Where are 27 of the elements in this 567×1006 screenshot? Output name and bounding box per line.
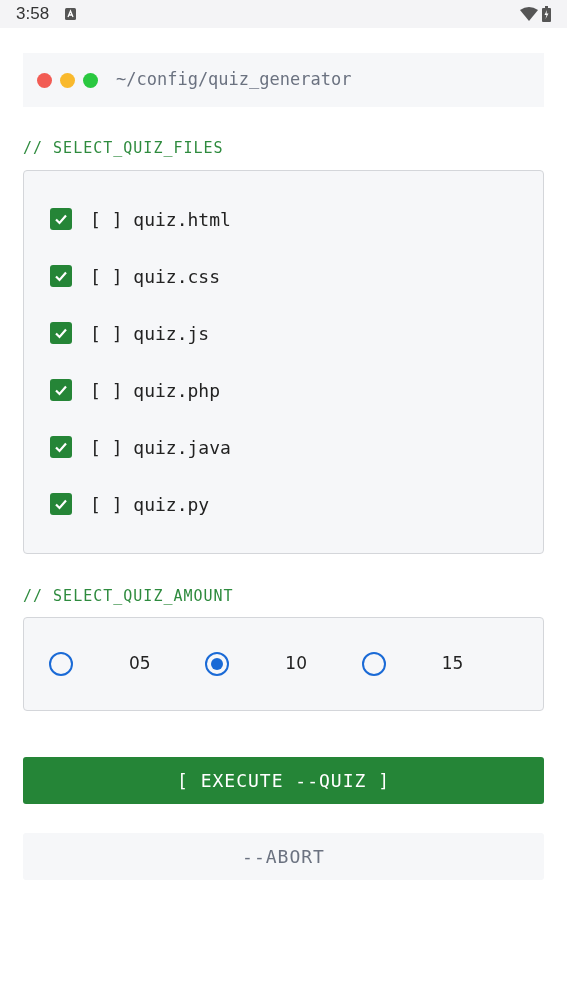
file-label: [ ] quiz.php <box>90 378 221 403</box>
status-time: 3:58 <box>16 3 50 26</box>
file-label: [ ] quiz.java <box>90 435 231 460</box>
abort-button[interactable]: --ABORT <box>23 833 544 880</box>
radio-button[interactable] <box>361 652 386 676</box>
section-label: // SELECT_QUIZ_AMOUNT <box>23 585 235 607</box>
file-label: [ ] quiz.js <box>90 321 210 346</box>
section-label: // SELECT_QUIZ_FILES <box>23 138 225 159</box>
keyboard-icon <box>65 8 77 20</box>
checkbox[interactable] <box>50 208 72 230</box>
file-label: [ ] quiz.html <box>90 207 231 232</box>
checkbox[interactable] <box>50 265 72 287</box>
amount-label: 10 <box>285 652 307 676</box>
amount-label: 15 <box>441 652 464 676</box>
checkbox[interactable] <box>50 493 72 515</box>
battery-icon <box>542 6 551 22</box>
checkbox[interactable] <box>50 379 72 401</box>
wifi-icon <box>520 7 538 21</box>
radio-button[interactable] <box>49 652 73 676</box>
amount-label: 05 <box>129 652 151 676</box>
radio-button[interactable] <box>205 652 230 676</box>
checkbox[interactable] <box>50 436 72 458</box>
execute-button[interactable]: [ EXECUTE --QUIZ ] <box>23 757 544 804</box>
checkbox[interactable] <box>50 322 72 344</box>
path-text: ~/config/quiz_generator <box>116 68 352 92</box>
file-label: [ ] quiz.css <box>90 264 221 289</box>
file-label: [ ] quiz.py <box>90 492 210 517</box>
